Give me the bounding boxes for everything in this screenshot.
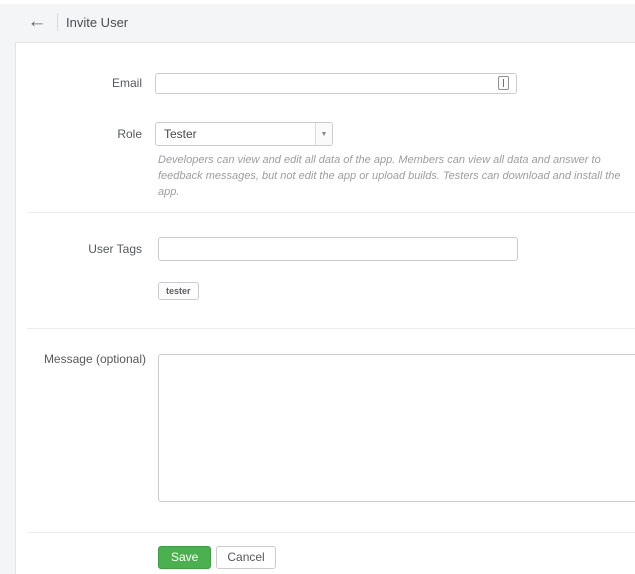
chevron-down-icon: ▼ [315, 123, 332, 145]
invite-user-form-card: Email Role Tester ▼ Developers can view … [15, 42, 635, 574]
back-arrow-icon: ← [27, 11, 47, 32]
cancel-button[interactable]: Cancel [216, 546, 276, 569]
role-select[interactable]: Tester ▼ [155, 122, 333, 146]
role-help-text: Developers can view and edit all data of… [158, 154, 621, 198]
email-field-wrapper [155, 73, 517, 94]
email-input[interactable] [155, 73, 517, 94]
role-selected-value: Tester [164, 127, 197, 141]
form-actions: Save Cancel [158, 546, 276, 569]
tag-chip-tester[interactable]: tester [158, 282, 199, 300]
top-header-bar: ← Invite User [0, 4, 635, 40]
email-label: Email [111, 76, 142, 90]
message-textarea[interactable] [158, 354, 635, 502]
header-divider [57, 13, 58, 31]
back-button[interactable]: ← [25, 11, 49, 33]
role-label: Role [117, 127, 142, 141]
user-tags-field-wrapper [158, 237, 518, 261]
page-title: Invite User [66, 15, 129, 30]
contact-autofill-icon[interactable] [498, 76, 509, 90]
section-divider [27, 212, 635, 213]
section-divider [27, 328, 635, 329]
user-tags-input[interactable] [158, 237, 518, 261]
save-button[interactable]: Save [158, 546, 212, 569]
section-divider [27, 532, 635, 533]
user-tags-label: User Tags [88, 242, 142, 256]
message-label: Message (optional) [43, 352, 146, 366]
